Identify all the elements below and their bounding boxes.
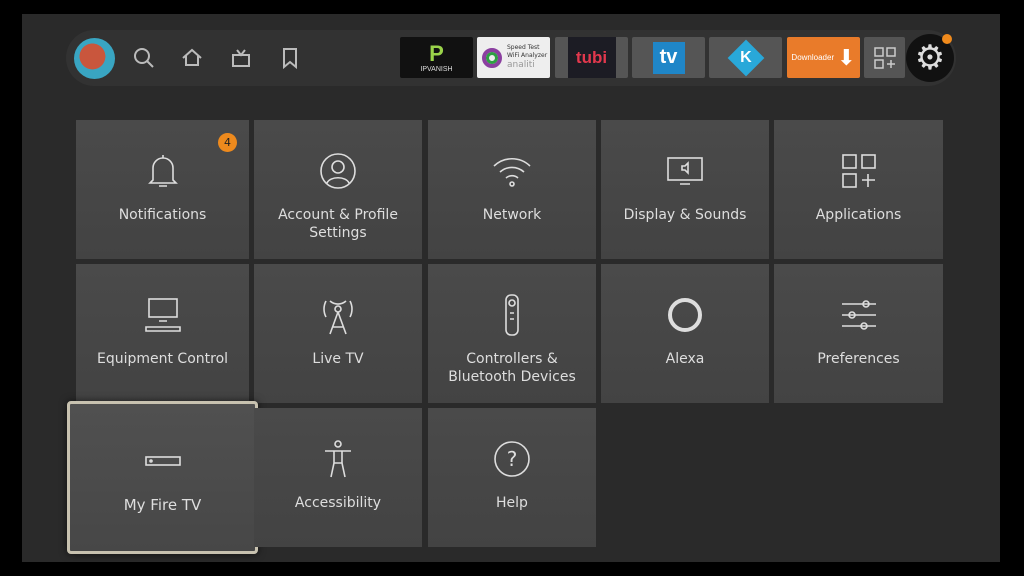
apps-grid-icon bbox=[873, 46, 896, 69]
app-label: IPVANISH bbox=[420, 66, 453, 73]
tile-label: My Fire TV bbox=[123, 496, 202, 514]
app-label: tubi bbox=[575, 47, 608, 67]
settings-tile-my-fire-tv[interactable]: My Fire TV bbox=[67, 401, 258, 554]
alexa-icon bbox=[667, 294, 703, 336]
app-label: WiFi Analyzer bbox=[507, 52, 548, 59]
live-tv-icon[interactable] bbox=[229, 46, 253, 70]
search-icon[interactable] bbox=[132, 46, 156, 70]
settings-tile-help[interactable]: ? Help bbox=[428, 408, 596, 547]
equipment-icon bbox=[144, 294, 182, 336]
analiti-logo bbox=[482, 47, 502, 68]
app-kodi[interactable]: K bbox=[709, 37, 782, 78]
help-icon: ? bbox=[493, 438, 531, 480]
notification-count-badge: 4 bbox=[218, 133, 237, 152]
ipvanish-logo: P bbox=[429, 41, 444, 66]
app-ipvanish[interactable]: P IPVANISH bbox=[400, 37, 473, 78]
svg-text:?: ? bbox=[507, 447, 518, 471]
app-label: K bbox=[739, 48, 752, 66]
tile-label: Alexa bbox=[665, 351, 705, 367]
tile-label: Display & Sounds bbox=[623, 207, 747, 223]
app-tv[interactable]: tv bbox=[632, 37, 705, 78]
tile-label: Equipment Control bbox=[96, 351, 229, 367]
app-label: Speed Test bbox=[507, 44, 540, 51]
settings-tile-controllers-bluetooth-devices[interactable]: Controllers & Bluetooth Devices bbox=[428, 264, 596, 403]
tile-label: Live TV bbox=[312, 351, 364, 367]
home-icon[interactable] bbox=[180, 46, 204, 70]
all-apps-button[interactable] bbox=[864, 37, 905, 78]
app-tubi[interactable]: tubi bbox=[555, 37, 628, 78]
remote-icon bbox=[504, 294, 520, 336]
notification-dot bbox=[942, 34, 952, 44]
app-downloader[interactable]: Downloader ⬇ bbox=[787, 37, 860, 78]
profile-avatar[interactable] bbox=[74, 38, 115, 79]
tile-label: Notifications bbox=[118, 207, 207, 223]
tile-label: Accessibility bbox=[294, 495, 382, 511]
download-icon: ⬇ bbox=[837, 44, 856, 70]
display-icon bbox=[666, 150, 704, 192]
app-label: tv bbox=[659, 46, 678, 68]
bell-icon bbox=[145, 150, 181, 192]
app-speed-test[interactable]: Speed Test WiFi Analyzer analiti bbox=[477, 37, 550, 78]
settings-tile-preferences[interactable]: Preferences bbox=[774, 264, 943, 403]
app-label: Downloader bbox=[791, 53, 835, 62]
settings-tile-live-tv[interactable]: Live TV bbox=[254, 264, 422, 403]
settings-tile-equipment-control[interactable]: Equipment Control bbox=[76, 264, 249, 403]
settings-tile-display-sounds[interactable]: Display & Sounds bbox=[601, 120, 769, 259]
wifi-icon bbox=[492, 150, 532, 192]
tile-label: Applications bbox=[815, 207, 902, 223]
settings-tile-applications[interactable]: Applications bbox=[774, 120, 943, 259]
sliders-icon bbox=[840, 294, 878, 336]
accessibility-icon bbox=[322, 438, 354, 480]
settings-tile-account-profile-settings[interactable]: Account & Profile Settings bbox=[254, 120, 422, 259]
profile-icon bbox=[319, 150, 357, 192]
antenna-icon bbox=[320, 294, 356, 336]
settings-tile-notifications[interactable]: Notifications 4 bbox=[76, 120, 249, 259]
tile-label: Help bbox=[496, 495, 528, 511]
settings-tile-alexa[interactable]: Alexa bbox=[601, 264, 769, 403]
tile-label: Controllers & Bluetooth Devices bbox=[448, 351, 576, 385]
settings-tile-accessibility[interactable]: Accessibility bbox=[254, 408, 422, 547]
fire-tv-icon bbox=[144, 440, 182, 482]
tile-label: Account & Profile Settings bbox=[278, 207, 398, 241]
apps-icon bbox=[841, 150, 877, 192]
tile-label: Preferences bbox=[817, 351, 900, 367]
tile-label: Network bbox=[482, 207, 542, 223]
bookmark-icon[interactable] bbox=[278, 46, 302, 70]
settings-tile-network[interactable]: Network bbox=[428, 120, 596, 259]
app-label: analiti bbox=[507, 60, 535, 70]
